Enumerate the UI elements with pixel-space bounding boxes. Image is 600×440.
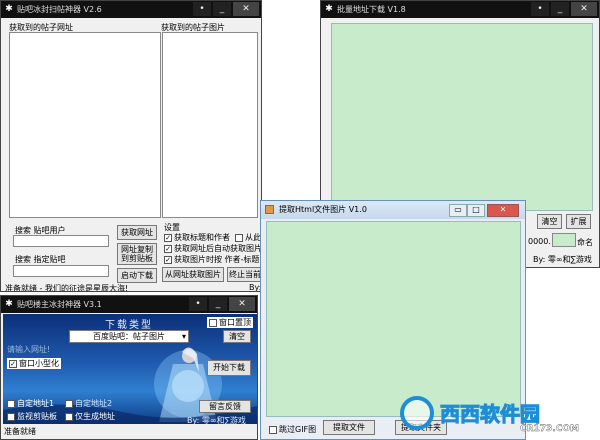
status-text: 准备就绪: [4, 427, 36, 436]
from-url-get-image-button[interactable]: 从网址获取图片: [162, 267, 224, 282]
image-time-checkbox[interactable]: ✓ 获取图片时按 作者-标题: [164, 254, 259, 265]
window-title: 贴吧冰封扫帖神器 V2.6: [17, 5, 102, 14]
get-url-button[interactable]: 获取网址: [117, 225, 157, 240]
titlebar[interactable]: 提取Html文件图片 V1.0 ▭ □ ✕: [261, 201, 525, 219]
checkbox-box: [235, 233, 243, 242]
mini-window-checkbox[interactable]: ✓ 窗口小型化: [7, 358, 61, 369]
status-text: 准备就绪 - 我们的征途是星辰大海!: [5, 284, 129, 292]
window-title: 批量地址下载 V1.8: [337, 5, 406, 14]
image-list[interactable]: [266, 221, 521, 417]
copy-url-button[interactable]: 网址复制到剪贴板: [117, 243, 157, 265]
chevron-down-icon: ▾: [181, 332, 186, 341]
checkbox-box: ✓: [164, 233, 172, 242]
titlebar[interactable]: ✱ 贴吧楼主冰封神器 V3.1 • _ ✕: [1, 296, 257, 313]
brand-logo-icon: [400, 396, 434, 430]
search-user-input[interactable]: [13, 235, 109, 247]
pin-button[interactable]: •: [189, 297, 207, 311]
window-scraper: ✱ 贴吧冰封扫帖神器 V2.6 • _ ✕ 获取到的帖子网址 获取到的帖子图片 …: [0, 0, 262, 292]
pin-button[interactable]: •: [531, 2, 549, 16]
monitor-clipboard-checkbox[interactable]: 监视剪贴板: [7, 411, 57, 422]
custom-address-2-checkbox[interactable]: 自定地址2: [65, 398, 112, 409]
close-button[interactable]: ✕: [487, 204, 519, 217]
snowflake-icon: ✱: [5, 299, 13, 309]
close-button[interactable]: ✕: [233, 2, 259, 16]
feedback-button[interactable]: 留言反馈: [199, 400, 251, 413]
checkbox-box: [65, 399, 73, 408]
title-author-checkbox[interactable]: ✓ 获取标题和作者: [164, 232, 230, 243]
download-type-banner: 下载类型: [105, 320, 153, 331]
watermark-url: CR173.COM: [520, 424, 579, 434]
snowflake-icon: ✱: [5, 4, 13, 14]
stop-button[interactable]: 终止当前: [227, 267, 261, 282]
minimize-button[interactable]: _: [213, 2, 231, 16]
checkbox-box: ✓: [9, 359, 17, 368]
checkbox-box: ✓: [164, 255, 172, 264]
download-type-select[interactable]: 百度贴吧：帖子图片 ▾: [69, 330, 189, 343]
search-bar-input[interactable]: [13, 265, 109, 277]
auto-image-checkbox[interactable]: ✓ 获取网址后自动获取图片: [164, 243, 261, 254]
custom-address-1-checkbox[interactable]: 自定地址1: [7, 398, 54, 409]
start-download-button[interactable]: 开始下载: [207, 360, 251, 376]
expand-button[interactable]: 扩展: [566, 214, 591, 229]
snowflake-icon: ✱: [325, 4, 333, 14]
titlebar[interactable]: ✱ 批量地址下载 V1.8 • _ ✕: [321, 1, 599, 18]
app-icon: [265, 205, 274, 214]
checkbox-box: [209, 318, 217, 327]
window-pin-checkbox[interactable]: 窗口置顶: [207, 317, 253, 328]
checkbox-box: [65, 412, 73, 421]
pin-button[interactable]: •: [193, 2, 211, 16]
titlebar[interactable]: ✱ 贴吧冰封扫帖神器 V2.6 • _ ✕: [1, 1, 261, 18]
window-title: 提取Html文件图片 V1.0: [279, 205, 367, 214]
start-download-button[interactable]: 启动下载: [117, 268, 157, 283]
skip-gif-checkbox[interactable]: 跳过GIF图: [269, 424, 316, 435]
only-generate-checkbox[interactable]: 仅生成地址: [65, 411, 115, 422]
rename-input[interactable]: [552, 233, 576, 247]
minimize-button[interactable]: _: [209, 297, 227, 311]
image-list[interactable]: [162, 32, 258, 218]
address-list[interactable]: [331, 23, 593, 211]
checkbox-box: ✓: [164, 244, 172, 253]
minimize-button[interactable]: ▭: [449, 204, 467, 217]
clear-button[interactable]: 清空: [223, 330, 251, 343]
checkbox-box: [7, 399, 15, 408]
by-label: By: 零∞和∑游戏: [187, 416, 246, 425]
extract-file-button[interactable]: 提取文件: [323, 420, 375, 435]
watermark-brand: 西西软件园: [440, 402, 541, 427]
search-bar-label: 搜索 指定贴吧: [15, 255, 66, 264]
checkbox-box: [269, 425, 277, 434]
checkbox-box: [7, 412, 15, 421]
rename-label: 命名: [577, 238, 593, 247]
close-button[interactable]: ✕: [229, 297, 255, 311]
close-button[interactable]: ✕: [571, 2, 597, 16]
minimize-button[interactable]: _: [551, 2, 569, 16]
clear-button[interactable]: 清空: [537, 214, 562, 229]
by-label: By: 零∞和∑游戏: [533, 255, 592, 264]
maximize-button[interactable]: □: [467, 204, 485, 217]
url-list[interactable]: [9, 32, 161, 218]
url-input[interactable]: 请输入网址!: [7, 344, 203, 356]
counter-value: 0000.: [528, 237, 551, 246]
window-thread-starter: ✱ 贴吧楼主冰封神器 V3.1 • _ ✕ 下载类型 窗口置顶 百度贴吧：帖子图…: [0, 295, 258, 440]
watermark: 西西软件园 CR173.COM: [398, 392, 598, 438]
from-this-checkbox[interactable]: 从此: [235, 232, 261, 243]
window-title: 贴吧楼主冰封神器 V3.1: [17, 300, 102, 309]
